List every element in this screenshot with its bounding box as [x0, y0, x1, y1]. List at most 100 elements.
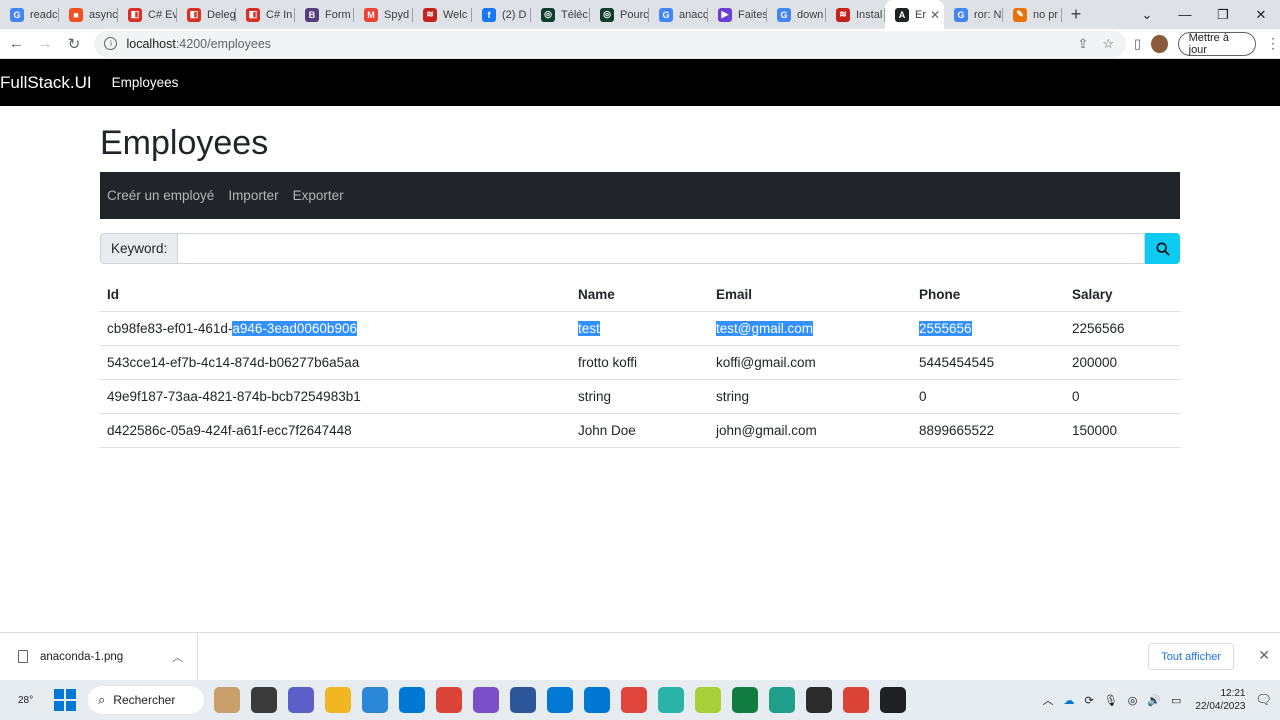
chevron-up-icon[interactable]: ︿ [172, 649, 183, 665]
show-all-button[interactable]: Tout afficher [1148, 643, 1234, 670]
browser-tab[interactable]: Greadc [0, 0, 59, 29]
taskbar-app-icon[interactable] [806, 687, 832, 713]
new-tab-button[interactable]: + [1062, 0, 1090, 29]
notifications-icon[interactable]: 🗨 [1255, 692, 1272, 708]
taskbar-app-icon[interactable] [584, 687, 610, 713]
address-bar[interactable]: i localhost:4200/employees ⇪ ☆ [94, 30, 1127, 57]
taskbar-app-icon[interactable] [621, 687, 647, 713]
taskbar-app-icon[interactable] [510, 687, 536, 713]
header-name: Name [571, 278, 709, 312]
cell-salary: 150000 [1065, 413, 1180, 448]
battery-icon[interactable]: ▭ [1171, 694, 1181, 707]
close-icon[interactable]: ✕ [1258, 647, 1270, 664]
header-email: Email [709, 278, 912, 312]
search-button[interactable] [1145, 233, 1180, 264]
browser-tab[interactable]: ◧ C# In [236, 0, 295, 29]
search-icon: ⌕ [98, 692, 106, 707]
minimize-button[interactable]: — [1166, 0, 1204, 29]
browser-tab[interactable]: B Form [295, 0, 354, 29]
network-icon[interactable]: ◎ [1128, 694, 1138, 707]
back-icon[interactable]: ← [4, 31, 29, 57]
keyword-input[interactable] [177, 233, 1145, 264]
browser-tab[interactable]: ◎ Pourc [590, 0, 649, 29]
browser-tab[interactable]: ◎ Téléc [531, 0, 590, 29]
download-item[interactable]: anaconda-1.png ︿ [0, 632, 198, 681]
browser-tab[interactable]: ◧ Deleg [177, 0, 236, 29]
taskbar-app-icon[interactable] [251, 687, 277, 713]
browser-tabstrip: Greadc ■ async ◧ C# Ev ◧ Deleg ◧ C# In B Form M Spyd… [0, 0, 1280, 29]
maximize-button[interactable]: ❐ [1204, 0, 1242, 29]
browser-tab[interactable]: Gdown [767, 0, 826, 29]
browser-tab[interactable]: ◧ C# Ev [118, 0, 177, 29]
browser-tab[interactable]: A Er ✕ [885, 0, 944, 29]
taskbar-app-icon[interactable] [399, 687, 425, 713]
forward-icon[interactable]: → [33, 31, 58, 57]
cell-name-text: frotto koffi [578, 354, 638, 370]
browser-tab[interactable]: f (2) D [472, 0, 531, 29]
browser-tab[interactable]: ■ async [59, 0, 118, 29]
taskbar-app-icon[interactable] [436, 687, 462, 713]
taskbar-app-icon[interactable] [658, 687, 684, 713]
microphone-icon[interactable]: 🎙 [1104, 694, 1118, 707]
table-row[interactable]: 49e9f187-73aa-4821-874b-bcb7254983b1 stri… [100, 379, 1180, 414]
cell-name: string [571, 379, 709, 414]
close-window-button[interactable]: ✕ [1242, 0, 1280, 29]
taskbar-app-icon[interactable] [473, 687, 499, 713]
export-link[interactable]: Exporter [293, 188, 344, 203]
weather-widget[interactable]: 28° [18, 695, 48, 706]
download-filename: anaconda-1.png [40, 650, 124, 663]
update-button[interactable]: Mettre à jour [1177, 31, 1257, 56]
profile-avatar[interactable] [1151, 34, 1168, 53]
cell-email: string [709, 379, 912, 414]
table-row[interactable]: d422586c-05a9-424f-a61f-ecc7f2647448 John… [100, 413, 1180, 448]
browser-tab[interactable]: M Spyd [354, 0, 413, 29]
create-employee-link[interactable]: Creér un employé [107, 188, 214, 203]
taskbar-app-icon[interactable] [880, 687, 906, 713]
taskbar-app-icon[interactable] [732, 687, 758, 713]
actions-bar: Creér un employé Importer Exporter [100, 172, 1180, 219]
volume-icon[interactable]: 🔊 [1147, 694, 1161, 707]
tab-label: Welc [443, 8, 468, 21]
taskbar-app-icon[interactable] [547, 687, 573, 713]
close-tab-icon[interactable]: ✕ [930, 8, 940, 22]
browser-tab[interactable]: ▶ Faites [708, 0, 767, 29]
import-link[interactable]: Importer [228, 188, 278, 203]
tab-search-icon[interactable]: ⌄ [1128, 0, 1166, 29]
bookmark-star-icon[interactable]: ☆ [1102, 36, 1114, 52]
browser-toolbar: ← → ↻ i localhost:4200/employees ⇪ ☆ ▯ M… [0, 29, 1280, 59]
taskbar-app-icon[interactable] [325, 687, 351, 713]
cell-email: test@gmail.com [709, 311, 912, 346]
taskbar-app-icon[interactable] [288, 687, 314, 713]
onedrive-icon[interactable]: ☁ [1064, 694, 1075, 707]
nav-link-employees[interactable]: Employees [112, 75, 179, 90]
browser-tab[interactable]: ✎ no pr [1003, 0, 1062, 29]
taskbar-app-icon[interactable] [843, 687, 869, 713]
taskbar-search[interactable]: ⌕ Rechercher [88, 686, 204, 714]
tab-favicon-icon: A [895, 7, 909, 22]
taskbar-app-icon[interactable] [769, 687, 795, 713]
side-panel-icon[interactable]: ▯ [1134, 36, 1141, 52]
share-icon[interactable]: ⇪ [1077, 36, 1088, 52]
brand-link[interactable]: FullStack.UI [0, 73, 92, 93]
browser-tab[interactable]: ≋ Welc [413, 0, 472, 29]
clock[interactable]: 12:21 22/04/2023 [1195, 687, 1245, 713]
tab-label: async [89, 8, 118, 21]
cell-salary-text: 0 [1072, 388, 1080, 404]
sync-icon[interactable]: ⟳ [1085, 694, 1094, 707]
browser-tab[interactable]: Ganacc [649, 0, 708, 29]
taskbar-app-icon[interactable] [362, 687, 388, 713]
reload-icon[interactable]: ↻ [62, 31, 87, 57]
browser-tab[interactable]: ≋ Instal [826, 0, 885, 29]
taskbar-app-icon[interactable] [695, 687, 721, 713]
tab-favicon-icon: ≋ [836, 7, 850, 22]
cell-phone-text: 2555656 [919, 320, 972, 336]
site-info-icon[interactable]: i [104, 37, 118, 50]
table-row[interactable]: 543cce14-ef7b-4c14-874d-b06277b6a5aa frot… [100, 345, 1180, 380]
menu-icon[interactable]: ⋮ [1266, 35, 1280, 52]
chevron-up-icon[interactable]: ︿ [1043, 692, 1054, 708]
table-row[interactable]: cb98fe83-ef01-461d-a946-3ead0060b906 test… [100, 311, 1180, 346]
taskbar-app-icon[interactable] [214, 687, 240, 713]
start-button[interactable] [54, 689, 76, 711]
browser-tab[interactable]: Gror: N [944, 0, 1003, 29]
cell-email-text: test@gmail.com [716, 320, 813, 336]
